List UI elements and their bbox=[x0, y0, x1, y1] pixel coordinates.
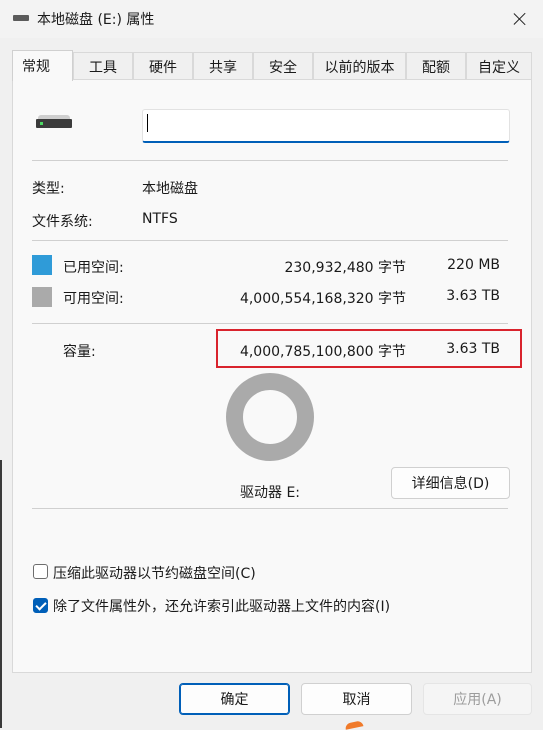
tab-hardware[interactable]: 硬件 bbox=[133, 52, 193, 80]
tab-general[interactable]: 常规 bbox=[12, 50, 73, 81]
divider bbox=[32, 508, 508, 509]
disk-usage-donut bbox=[226, 373, 314, 461]
compress-checkbox-label[interactable]: 压缩此驱动器以节约磁盘空间(C) bbox=[53, 563, 256, 583]
capacity-label: 容量: bbox=[63, 344, 96, 360]
used-space-label: 已用空间: bbox=[63, 260, 124, 276]
divider bbox=[32, 323, 508, 324]
divider bbox=[32, 160, 508, 161]
background-window-edge bbox=[0, 460, 2, 728]
drive-label: 驱动器 E: bbox=[240, 485, 301, 501]
free-space-swatch bbox=[32, 287, 52, 307]
drive-icon bbox=[13, 12, 29, 23]
used-space-swatch bbox=[32, 255, 52, 275]
ok-button[interactable]: 确定 bbox=[179, 683, 290, 715]
capacity-highlight-box bbox=[216, 329, 522, 368]
details-button[interactable]: 详细信息(D) bbox=[391, 467, 510, 499]
title-bar: 本地磁盘 (E:) 属性 bbox=[0, 0, 543, 38]
tab-sharing[interactable]: 共享 bbox=[193, 52, 253, 80]
window-title: 本地磁盘 (E:) 属性 bbox=[37, 12, 155, 28]
apply-button[interactable]: 应用(A) bbox=[423, 683, 532, 715]
volume-name-input[interactable] bbox=[142, 109, 510, 143]
index-checkbox[interactable] bbox=[33, 598, 48, 613]
tab-tools[interactable]: 工具 bbox=[73, 52, 133, 80]
free-space-bytes: 4,000,554,168,320 字节 bbox=[239, 291, 406, 307]
index-checkbox-label[interactable]: 除了文件属性外，还允许索引此驱动器上文件的内容(I) bbox=[53, 596, 390, 616]
tab-security[interactable]: 安全 bbox=[253, 52, 313, 80]
free-space-label: 可用空间: bbox=[63, 291, 124, 307]
close-icon[interactable] bbox=[505, 4, 535, 34]
text-caret bbox=[147, 114, 148, 132]
divider bbox=[32, 240, 508, 241]
compress-checkbox[interactable] bbox=[33, 564, 48, 579]
free-space-size: 3.63 TB bbox=[446, 288, 500, 304]
tab-previous-versions[interactable]: 以前的版本 bbox=[313, 52, 406, 80]
tab-strip: 常规 工具 硬件 共享 安全 以前的版本 配额 自定义 bbox=[12, 50, 532, 81]
type-label: 类型: bbox=[32, 181, 65, 197]
filesystem-value: NTFS bbox=[142, 211, 178, 227]
type-value: 本地磁盘 bbox=[142, 181, 198, 197]
used-space-bytes: 230,932,480 字节 bbox=[284, 260, 406, 276]
tab-customize[interactable]: 自定义 bbox=[466, 52, 532, 80]
filesystem-label: 文件系统: bbox=[32, 214, 93, 230]
hard-drive-icon bbox=[36, 115, 72, 129]
cancel-button[interactable]: 取消 bbox=[301, 683, 412, 715]
used-space-size: 220 MB bbox=[447, 257, 500, 273]
tab-quota[interactable]: 配额 bbox=[406, 52, 466, 80]
